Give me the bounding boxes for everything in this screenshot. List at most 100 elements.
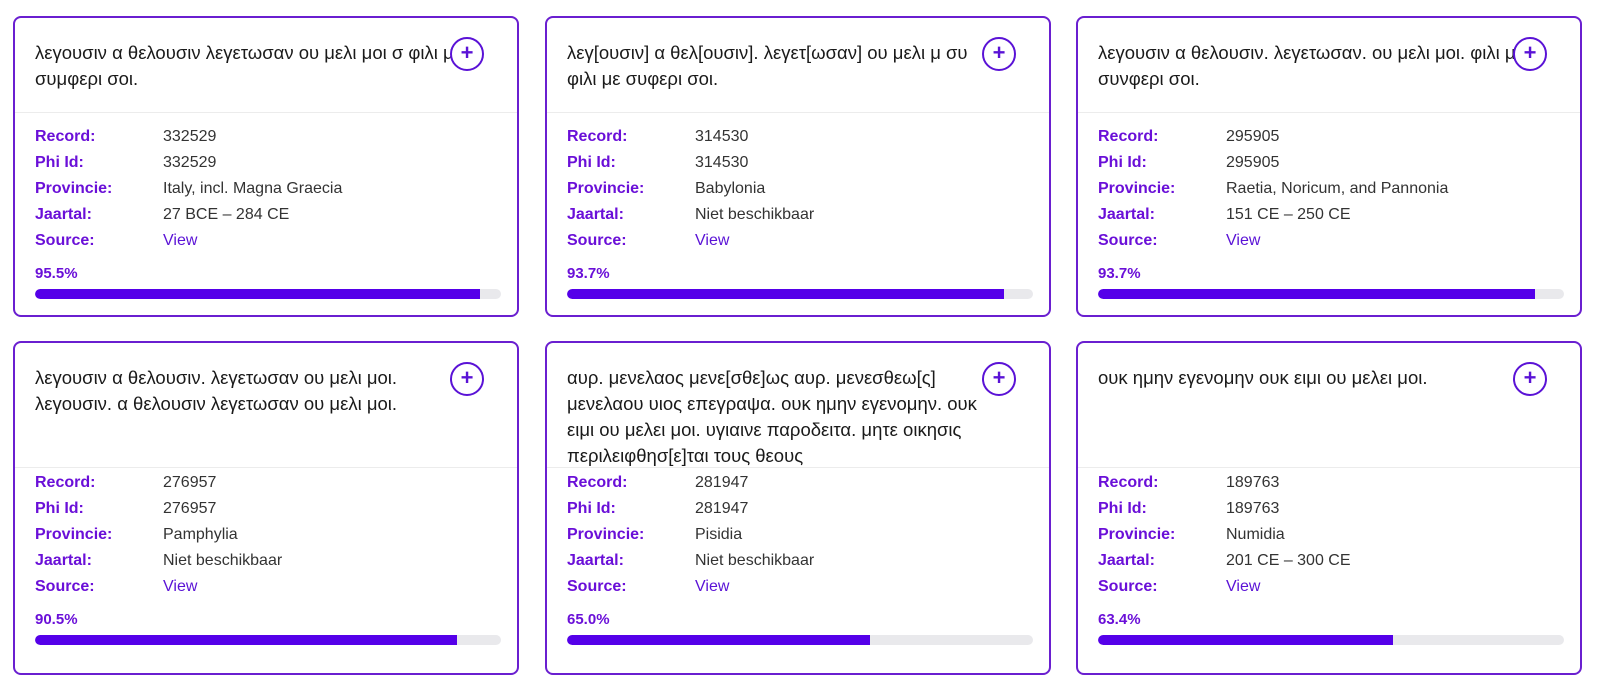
- inscription-text: λεγ[ουσιν] α θελ[ουσιν]. λεγετ[ωσαν] ου …: [567, 42, 968, 89]
- provincie-value: Numidia: [1226, 526, 1285, 543]
- source-view-link[interactable]: View: [695, 578, 729, 595]
- provincie-value: Pamphylia: [163, 526, 238, 543]
- card-header: λεγ[ουσιν] α θελ[ουσιν]. λεγετ[ωσαν] ου …: [547, 18, 1049, 113]
- record-label: Record:: [35, 474, 96, 491]
- card-metadata: Record: 189763 Phi Id: 189763 Provincie: Nu…: [1098, 470, 1558, 600]
- inscription-text: αυρ. μενελαος μενε[σθε]ως αυρ. μενεσθεω[…: [567, 367, 977, 466]
- phi-id-value: 295905: [1226, 154, 1280, 171]
- source-view-link[interactable]: View: [163, 578, 197, 595]
- add-button[interactable]: +: [450, 362, 484, 396]
- jaartal-label: Jaartal:: [567, 552, 624, 569]
- record-label: Record:: [1098, 474, 1159, 491]
- score-bar: [35, 635, 501, 645]
- score-bar: [1098, 635, 1564, 645]
- card-metadata: Record: 332529 Phi Id: 332529 Provincie: It…: [35, 124, 495, 254]
- record-value: 314530: [695, 128, 749, 145]
- jaartal-label: Jaartal:: [1098, 206, 1155, 223]
- inscription-text: λεγουσιν α θελουσιν. λεγετωσαν. ου μελι …: [1098, 42, 1524, 89]
- score-bar-fill: [567, 289, 1004, 299]
- provincie-label: Provincie:: [35, 180, 113, 197]
- record-label: Record:: [35, 128, 96, 145]
- match-score: 90.5%: [35, 611, 78, 628]
- provincie-value: Raetia, Noricum, and Pannonia: [1226, 180, 1449, 197]
- provincie-label: Provincie:: [567, 180, 645, 197]
- phi-id-value: 276957: [163, 500, 217, 517]
- card-metadata: Record: 281947 Phi Id: 281947 Provincie: Pi…: [567, 470, 1027, 600]
- phi-id-label: Phi Id:: [1098, 500, 1147, 517]
- phi-id-value: 189763: [1226, 500, 1280, 517]
- card-metadata: Record: 295905 Phi Id: 295905 Provincie: Ra…: [1098, 124, 1558, 254]
- record-value: 332529: [163, 128, 217, 145]
- record-label: Record:: [567, 128, 628, 145]
- jaartal-label: Jaartal:: [567, 206, 624, 223]
- record-value: 295905: [1226, 128, 1280, 145]
- source-view-link[interactable]: View: [1226, 578, 1260, 595]
- source-label: Source:: [1098, 232, 1158, 249]
- add-button[interactable]: +: [450, 37, 484, 71]
- result-card: λεγουσιν α θελουσιν. λεγετωσαν ου μελι μ…: [13, 341, 519, 675]
- phi-id-value: 314530: [695, 154, 749, 171]
- result-card: λεγουσιν α θελουσιν. λεγετωσαν. ου μελι …: [1076, 16, 1582, 317]
- result-card: ουκ ημην εγενομην ουκ ειμι ου μελει μοι.…: [1076, 341, 1582, 675]
- source-label: Source:: [35, 578, 95, 595]
- record-value: 281947: [695, 474, 749, 491]
- add-button[interactable]: +: [1513, 362, 1547, 396]
- phi-id-value: 281947: [695, 500, 749, 517]
- source-view-link[interactable]: View: [1226, 232, 1260, 249]
- provincie-label: Provincie:: [35, 526, 113, 543]
- source-label: Source:: [567, 232, 627, 249]
- add-button[interactable]: +: [1513, 37, 1547, 71]
- source-label: Source:: [1098, 578, 1158, 595]
- card-header: αυρ. μενελαος μενε[σθε]ως αυρ. μενεσθεω[…: [547, 343, 1049, 468]
- record-label: Record:: [1098, 128, 1159, 145]
- source-label: Source:: [567, 578, 627, 595]
- provincie-label: Provincie:: [1098, 526, 1176, 543]
- jaartal-label: Jaartal:: [35, 552, 92, 569]
- provincie-value: Pisidia: [695, 526, 743, 543]
- jaartal-value: 201 CE – 300 CE: [1226, 552, 1351, 569]
- match-score: 95.5%: [35, 265, 78, 282]
- add-button[interactable]: +: [982, 37, 1016, 71]
- score-bar: [35, 289, 501, 299]
- provincie-value: Babylonia: [695, 180, 766, 197]
- match-score: 65.0%: [567, 611, 610, 628]
- score-bar: [1098, 289, 1564, 299]
- result-card: λεγ[ουσιν] α θελ[ουσιν]. λεγετ[ωσαν] ου …: [545, 16, 1051, 317]
- phi-id-label: Phi Id:: [567, 154, 616, 171]
- source-label: Source:: [35, 232, 95, 249]
- jaartal-value: Niet beschikbaar: [163, 552, 283, 569]
- result-card: αυρ. μενελαος μενε[σθε]ως αυρ. μενεσθεω[…: [545, 341, 1051, 675]
- jaartal-value: 27 BCE – 284 CE: [163, 206, 290, 223]
- score-bar-fill: [1098, 289, 1535, 299]
- inscription-text: λεγουσιν α θελουσιν λεγετωσαν ου μελι μο…: [35, 42, 462, 89]
- results-grid: λεγουσιν α θελουσιν λεγετωσαν ου μελι μο…: [0, 0, 1600, 687]
- card-header: λεγουσιν α θελουσιν. λεγετωσαν. ου μελι …: [1078, 18, 1580, 113]
- jaartal-label: Jaartal:: [35, 206, 92, 223]
- score-bar: [567, 289, 1033, 299]
- score-bar-fill: [1098, 635, 1394, 645]
- provincie-label: Provincie:: [1098, 180, 1176, 197]
- jaartal-value: Niet beschikbaar: [695, 552, 815, 569]
- card-header: λεγουσιν α θελουσιν. λεγετωσαν ου μελι μ…: [15, 343, 517, 468]
- phi-id-value: 332529: [163, 154, 217, 171]
- phi-id-label: Phi Id:: [567, 500, 616, 517]
- source-view-link[interactable]: View: [163, 232, 197, 249]
- add-button[interactable]: +: [982, 362, 1016, 396]
- card-header: ουκ ημην εγενομην ουκ ειμι ου μελει μοι.…: [1078, 343, 1580, 468]
- source-view-link[interactable]: View: [695, 232, 729, 249]
- score-bar-fill: [567, 635, 870, 645]
- score-bar: [567, 635, 1033, 645]
- provincie-value: Italy, incl. Magna Graecia: [163, 180, 343, 197]
- match-score: 93.7%: [567, 265, 610, 282]
- record-value: 189763: [1226, 474, 1280, 491]
- match-score: 93.7%: [1098, 265, 1141, 282]
- score-bar-fill: [35, 635, 457, 645]
- jaartal-value: 151 CE – 250 CE: [1226, 206, 1351, 223]
- phi-id-label: Phi Id:: [1098, 154, 1147, 171]
- record-value: 276957: [163, 474, 217, 491]
- provincie-label: Provincie:: [567, 526, 645, 543]
- jaartal-label: Jaartal:: [1098, 552, 1155, 569]
- jaartal-value: Niet beschikbaar: [695, 206, 815, 223]
- score-bar-fill: [35, 289, 481, 299]
- inscription-text: ουκ ημην εγενομην ουκ ειμι ου μελει μοι.: [1098, 367, 1428, 388]
